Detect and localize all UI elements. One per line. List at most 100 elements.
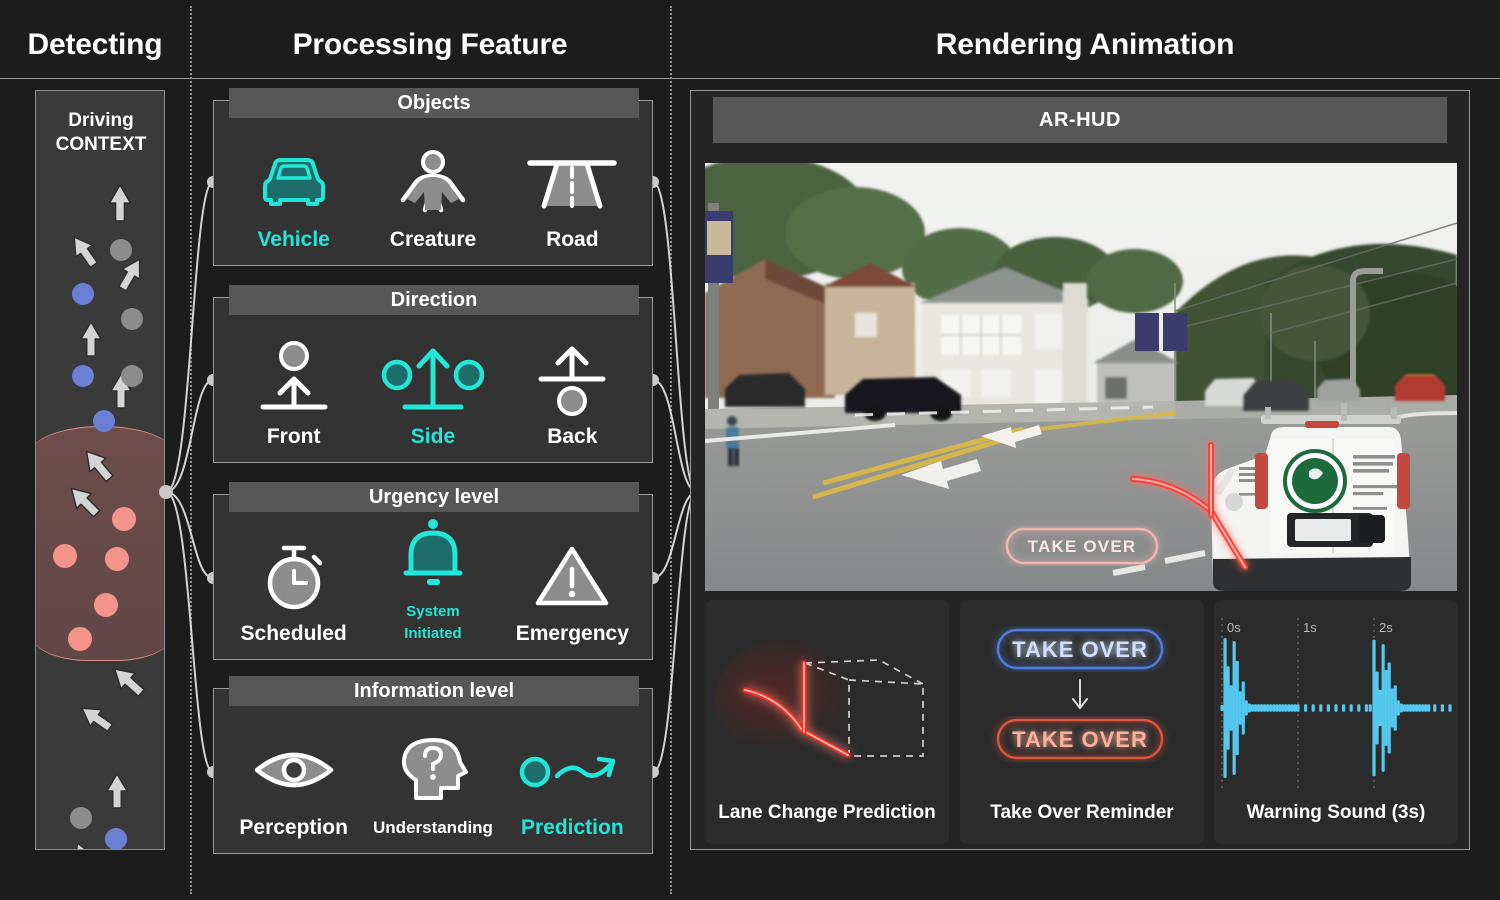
column-divider-left (190, 6, 192, 894)
waveform-bar (1342, 704, 1346, 712)
option-emergency[interactable]: Emergency (505, 537, 640, 645)
feature-card-urgency: Urgency level Scheduled System Initiated… (213, 482, 653, 660)
driving-context-panel: Driving CONTEXT (35, 90, 165, 850)
waveform-bar (1269, 704, 1273, 712)
waveform-bar (1334, 704, 1338, 712)
waveform-bar (1399, 703, 1403, 713)
road-icon (505, 143, 640, 221)
option-vehicle[interactable]: Vehicle (226, 143, 361, 251)
waveform-bar (1427, 704, 1431, 712)
option-label: Road (546, 228, 599, 251)
option-road[interactable]: Road (505, 143, 640, 251)
waveform-bar (1272, 704, 1276, 712)
section-title-detecting: Detecting (27, 28, 163, 61)
arrow-down-icon (1072, 679, 1088, 709)
option-front[interactable]: Front (226, 340, 361, 448)
animation-card-warning-sound[interactable]: 0s 1s 2s Warning Sound (3s) (1214, 600, 1458, 844)
infographic-root: Detecting Processing Feature Rendering A… (0, 0, 1500, 900)
option-label: Creature (389, 228, 477, 251)
waveform-bar (1368, 704, 1372, 712)
side-arrow-icon (365, 340, 500, 418)
option-label: Side (410, 425, 456, 448)
option-back[interactable]: Back (505, 340, 640, 448)
feature-card-direction: Direction Front Side Back (213, 285, 653, 463)
waveform-bar (1296, 704, 1300, 712)
pill-after-text: TAKE OVER (1012, 727, 1148, 752)
waveform-bar (1326, 704, 1330, 712)
option-label-line2: Initiated (404, 625, 462, 642)
waveform-bar (1372, 639, 1376, 777)
waveform-bar (1287, 704, 1291, 712)
option-label: Understanding (373, 818, 493, 837)
waveform-bar (1381, 644, 1385, 772)
waveform-bar (1408, 704, 1413, 712)
car-icon (226, 143, 361, 221)
waveform-bar (1424, 704, 1428, 712)
waveform-bar (1256, 704, 1261, 712)
waveform-bar (1259, 704, 1264, 712)
option-understanding[interactable]: Understanding (365, 731, 500, 839)
animation-card-lane-change[interactable]: Lane Change Prediction (705, 600, 949, 844)
option-label: System Initiated (365, 601, 500, 645)
waveform-bar (1290, 704, 1294, 712)
waveform-bar (1390, 688, 1394, 728)
waveform-bar (1241, 681, 1245, 735)
hud-overlay-badge-label: TAKE OVER (1030, 528, 1031, 529)
waveform-bar (1375, 671, 1379, 745)
stopwatch-icon (226, 537, 361, 615)
waveform-bar (1247, 703, 1251, 713)
waveform-bar (1433, 704, 1437, 712)
animation-caption: Warning Sound (3s) (1246, 802, 1426, 823)
waveform-bar (1405, 704, 1410, 712)
waveform-bar (1421, 704, 1425, 712)
waveform-bar (1448, 704, 1452, 712)
feature-card-information: Information level Perception Understandi… (213, 676, 653, 854)
waveform-bar (1235, 660, 1239, 756)
waveform-bar (1275, 704, 1279, 712)
prediction-arrow-icon (505, 731, 640, 809)
option-prediction[interactable]: Prediction (505, 731, 640, 839)
option-label: Front (266, 425, 321, 448)
context-agents-svg (53, 184, 150, 849)
waveform-bar (1384, 670, 1388, 746)
waveform-tick-label: 2s (1379, 620, 1393, 635)
waveform-tick-label: 0s (1227, 620, 1241, 635)
option-side[interactable]: Side (365, 340, 500, 448)
option-perception[interactable]: Perception (226, 731, 361, 839)
ar-hud-header: AR-HUD (713, 97, 1447, 143)
waveform-bar (1364, 704, 1368, 712)
waveform-bar (1311, 704, 1315, 712)
waveform-bar (1414, 704, 1419, 712)
waveform-bar (1440, 704, 1444, 712)
section-title-rendering: Rendering Animation (935, 28, 1235, 61)
waveform-bar (1393, 685, 1397, 731)
animation-caption: Lane Change Prediction (718, 802, 936, 823)
head-question-icon (365, 731, 500, 809)
option-scheduled[interactable]: Scheduled (226, 537, 361, 645)
option-label: Back (547, 425, 598, 448)
waveform-bar (1232, 641, 1236, 775)
waveform-bar (1378, 689, 1382, 727)
waveform-bar (1293, 704, 1297, 712)
card-title-direction: Direction (229, 285, 639, 315)
waveform-bar (1402, 704, 1406, 712)
option-label: Scheduled (240, 622, 347, 645)
ar-hud-scene: TAKE OVER (705, 163, 1457, 591)
waveform-bar (1387, 662, 1391, 754)
waveform-bar (1349, 704, 1353, 712)
card-title-objects: Objects (229, 88, 639, 118)
animation-card-take-over[interactable]: TAKE OVER TAKE OVER Take Over Reminder (960, 600, 1204, 844)
waveform-tick-label: 1s (1303, 620, 1317, 635)
waveform-bar (1266, 704, 1270, 712)
waveform-bar (1284, 704, 1288, 712)
waveform-bar (1220, 704, 1224, 712)
option-label-line1: System (406, 603, 460, 620)
waveform-bar (1262, 704, 1267, 712)
waveform-bar (1319, 704, 1323, 712)
waveform-bar (1223, 638, 1227, 778)
option-creature[interactable]: Creature (365, 143, 500, 251)
waveform-bar (1411, 704, 1416, 712)
card-title-urgency: Urgency level (229, 482, 639, 512)
back-arrow-icon (505, 340, 640, 418)
option-system-initiated[interactable]: System Initiated (365, 515, 500, 645)
